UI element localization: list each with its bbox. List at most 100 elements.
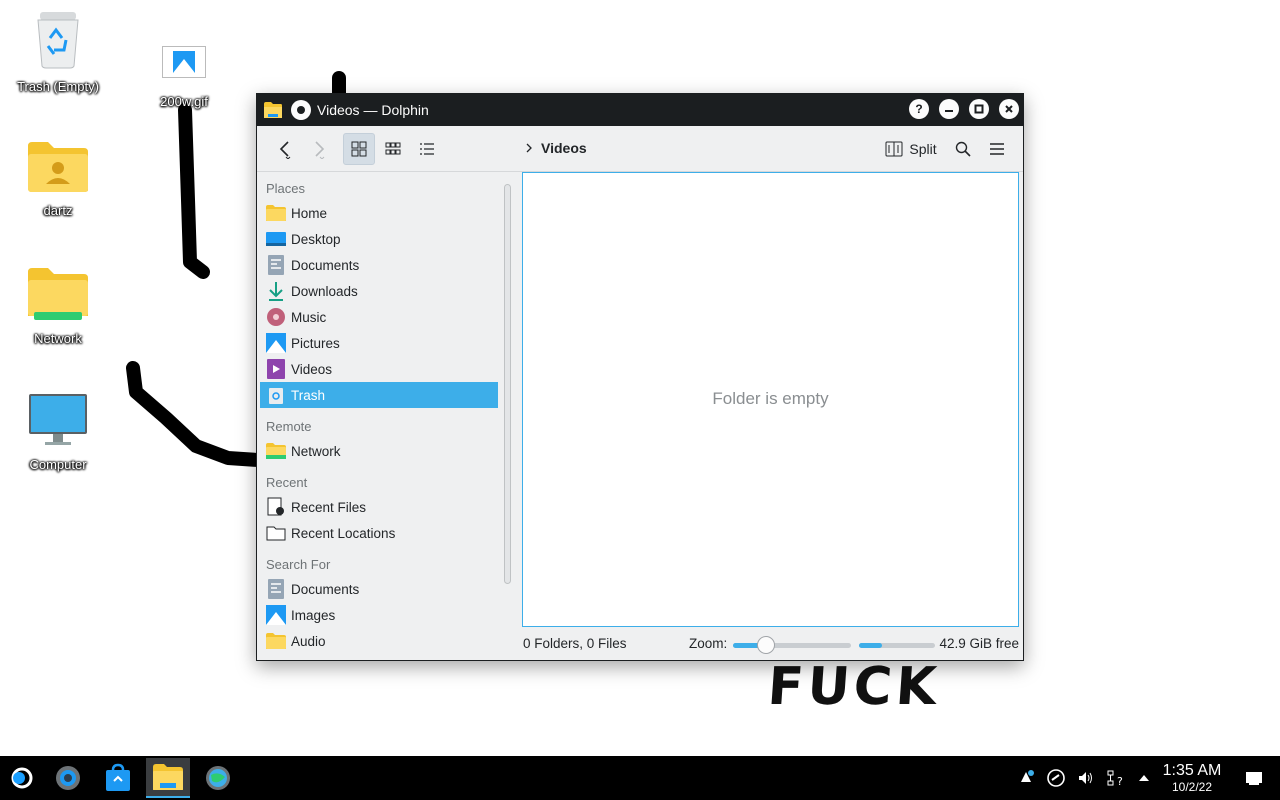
desktop-icon-computer[interactable]: Computer	[10, 392, 106, 472]
discover-store-icon	[106, 763, 130, 791]
desktop-icon-label: Trash (Empty)	[17, 79, 99, 94]
grid-small-icon	[385, 142, 401, 155]
split-button[interactable]: Split	[881, 133, 941, 165]
sidebar-item-trash[interactable]: Trash	[260, 382, 498, 408]
taskbar-settings-app[interactable]	[46, 758, 90, 798]
breadcrumb[interactable]: Videos	[525, 140, 587, 156]
arrow-right-icon	[315, 141, 325, 159]
maximize-button[interactable]	[969, 99, 989, 119]
sidebar-item-documents[interactable]: Documents	[260, 252, 498, 278]
help-button[interactable]: ?	[909, 99, 929, 119]
minimize-button[interactable]	[939, 99, 959, 119]
recent-section-title: Recent	[266, 475, 308, 490]
desktop-icon-trash[interactable]: Trash (Empty)	[10, 10, 106, 94]
taskbar-browser-app[interactable]	[196, 758, 240, 798]
sidebar-item-pictures[interactable]: Pictures	[260, 330, 498, 356]
sidebar-item-recent-locations[interactable]: Recent Locations	[260, 520, 498, 546]
taskbar-discover-app[interactable]	[96, 758, 140, 798]
digital-clock[interactable]: 1:35 AM 10/2/22	[1158, 762, 1226, 794]
sidebar-item-network[interactable]: Network	[260, 438, 498, 464]
steam-deck-logo-icon	[11, 767, 33, 789]
menu-icon	[990, 143, 1004, 155]
search-section-title: Search For	[266, 557, 331, 572]
app-launcher-button[interactable]	[0, 758, 44, 798]
search-icon	[955, 141, 971, 157]
sidebar-item-label: Downloads	[291, 283, 358, 299]
split-view-icon	[885, 141, 903, 157]
images-icon	[266, 605, 286, 625]
back-button[interactable]	[271, 133, 299, 165]
videos-icon	[266, 359, 286, 379]
documents-icon	[266, 579, 286, 599]
sidebar-item-label: Recent Locations	[291, 525, 396, 541]
keep-above-icon[interactable]	[291, 100, 311, 120]
sidebar-item-label: Home	[291, 205, 328, 221]
sidebar-item-downloads[interactable]: Downloads	[260, 278, 498, 304]
disk-space-bar	[859, 643, 935, 648]
desktop-icon-dartz[interactable]: dartz	[10, 140, 106, 218]
places-section-title: Places	[266, 181, 306, 196]
compact-view-button[interactable]	[377, 133, 409, 165]
documents-icon	[266, 255, 286, 275]
sidebar-item-music[interactable]: Music	[260, 304, 498, 330]
taskbar-dolphin-app[interactable]	[146, 758, 190, 798]
main-toolbar: Videos Split	[257, 126, 1023, 172]
breadcrumb-current[interactable]: Videos	[541, 140, 587, 156]
clock-time: 1:35 AM	[1162, 762, 1222, 779]
empty-folder-message: Folder is empty	[712, 389, 829, 408]
zoom-label: Zoom:	[689, 636, 728, 651]
system-settings-icon	[56, 766, 80, 790]
dolphin-file-manager-icon	[153, 764, 183, 790]
dolphin-window: Videos — Dolphin ? Videos Split Places H…	[256, 93, 1024, 661]
search-button[interactable]	[947, 133, 979, 165]
details-view-button[interactable]	[411, 133, 443, 165]
desktop-graffiti: FUCK	[765, 657, 943, 717]
hamburger-menu-button[interactable]	[981, 133, 1013, 165]
file-view[interactable]: Folder is empty	[522, 172, 1019, 627]
steam-status-icon[interactable]	[1046, 768, 1066, 788]
sidebar-item-label: Recent Files	[291, 499, 367, 515]
sidebar-item-label: Videos	[291, 361, 333, 377]
desktop-icon-network[interactable]: Network	[10, 266, 106, 346]
network-folder-icon	[266, 441, 286, 461]
desktop-icon-label: 200w.gif	[160, 94, 208, 109]
sidebar-item-desktop[interactable]: Desktop	[260, 226, 498, 252]
sidebar-item-home[interactable]: Home	[260, 200, 498, 226]
icons-view-button[interactable]	[343, 133, 375, 165]
sidebar-item-label: Music	[291, 309, 327, 325]
clock-date: 10/2/22	[1171, 780, 1213, 794]
sidebar-item-search-documents[interactable]: Documents	[260, 576, 498, 602]
folder-home-icon	[266, 203, 286, 223]
show-desktop-icon[interactable]	[1244, 768, 1264, 788]
chevron-right-icon	[526, 143, 532, 153]
arrow-left-icon	[279, 141, 291, 159]
sidebar-item-recent-files[interactable]: Recent Files	[260, 494, 498, 520]
places-panel: Places Home Desktop Documents Downloads …	[260, 174, 498, 658]
zoom-slider-handle[interactable]	[757, 636, 776, 654]
network-status-icon[interactable]: ?	[1106, 768, 1126, 788]
volume-icon[interactable]	[1076, 768, 1096, 788]
sidebar-item-label: Desktop	[291, 231, 341, 247]
sidebar-item-videos[interactable]: Videos	[260, 356, 498, 382]
desktop-icon-label: dartz	[43, 203, 73, 218]
sidebar-item-search-audio[interactable]: Audio	[260, 628, 498, 654]
close-button[interactable]	[999, 99, 1019, 119]
list-icon	[420, 143, 434, 155]
trash-icon	[37, 12, 79, 69]
remote-section-title: Remote	[266, 419, 312, 434]
zoom-slider[interactable]	[733, 636, 851, 654]
sidebar-item-search-images[interactable]: Images	[260, 602, 498, 628]
forward-button[interactable]	[305, 133, 333, 165]
sidebar-item-label: Pictures	[291, 335, 340, 351]
audio-folder-icon	[266, 631, 286, 651]
sidebar-item-label: Images	[291, 607, 336, 623]
notifications-icon[interactable]	[1016, 768, 1036, 788]
title-bar[interactable]: Videos — Dolphin ?	[257, 94, 1023, 126]
status-bar: 0 Folders, 0 Files Zoom: 42.9 GiB free	[523, 634, 1019, 654]
desktop-icon-label: Network	[34, 331, 82, 346]
web-browser-icon	[206, 766, 230, 790]
desktop-icon-label: Computer	[29, 457, 87, 472]
places-scrollbar[interactable]	[504, 184, 511, 584]
show-hidden-icons-icon[interactable]	[1134, 768, 1154, 788]
desktop-icon-gif[interactable]: 200w.gif	[136, 46, 232, 109]
